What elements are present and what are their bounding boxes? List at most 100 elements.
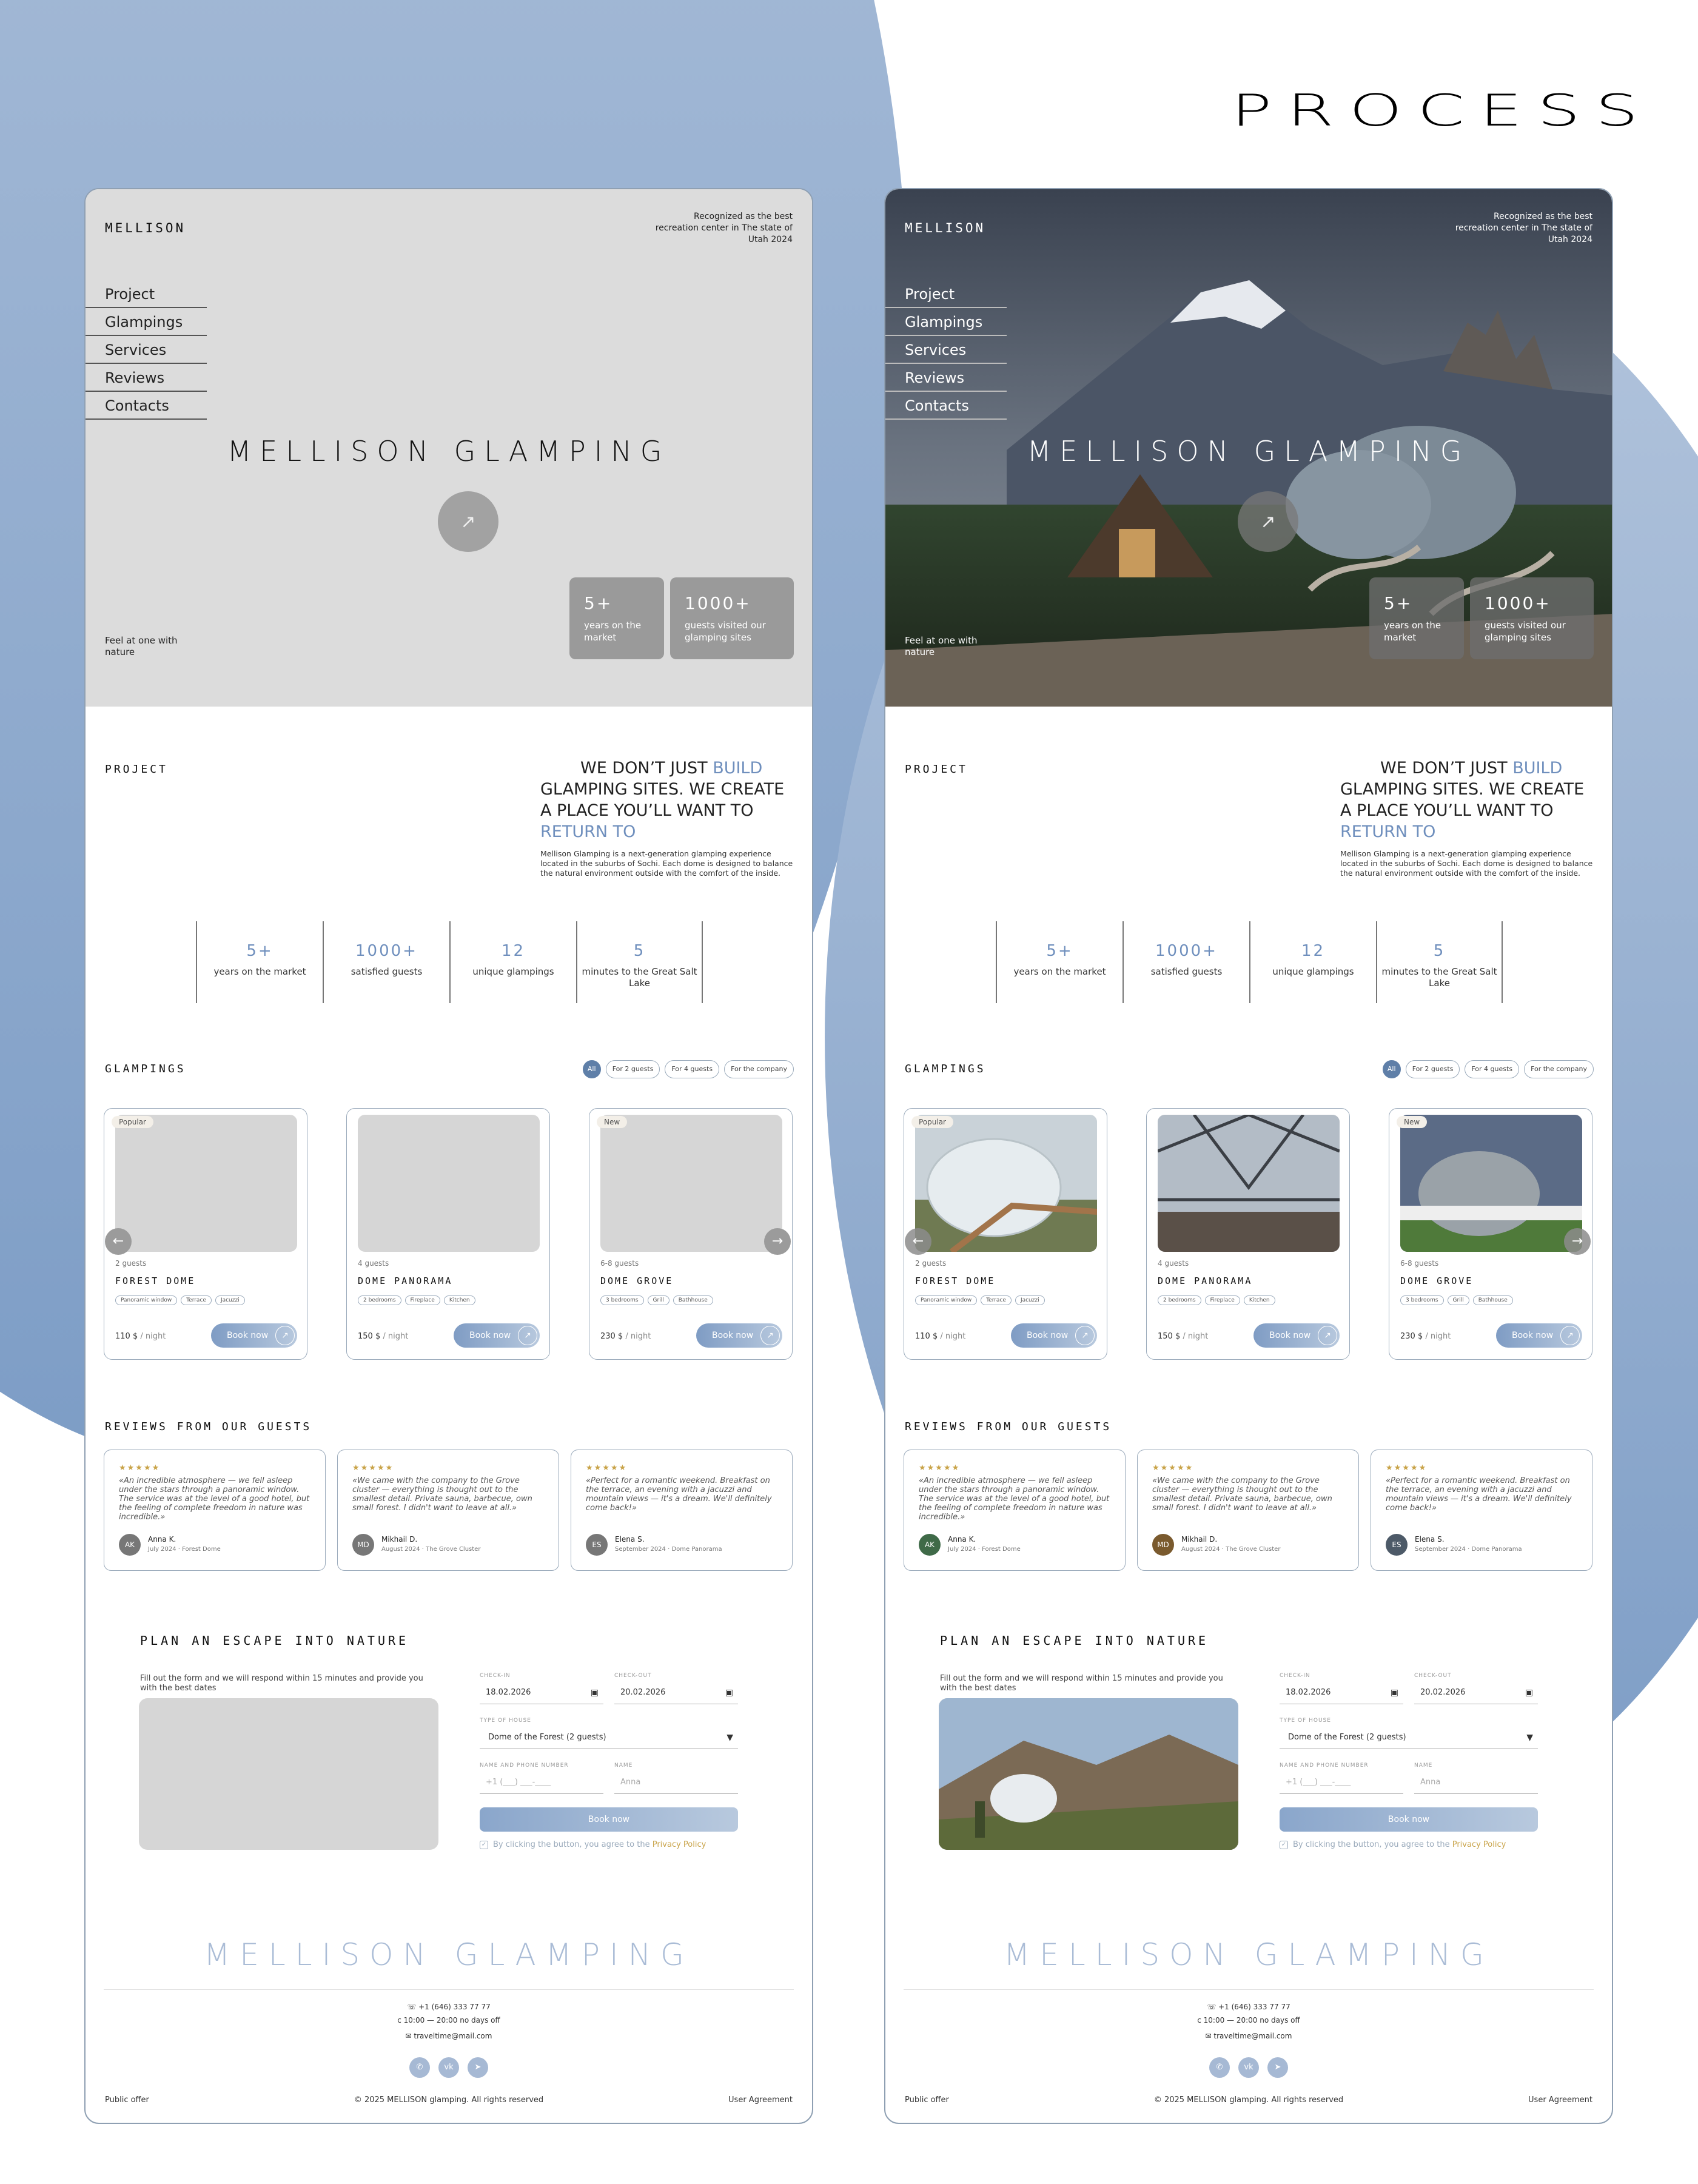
carousel-prev-arrow-icon[interactable]: ←	[905, 1228, 931, 1255]
book-now-button[interactable]: Book now ↗	[211, 1323, 297, 1348]
project-stat-label: years on the market	[213, 966, 306, 977]
glamping-card[interactable]: Popular 2 guests FOREST DOME Panoramic w…	[904, 1108, 1107, 1360]
review-text: «We came with the company to the Grove c…	[352, 1476, 532, 1513]
telegram-icon[interactable]: ➤	[1267, 2057, 1288, 2078]
project-stat: 1000+ satisfied guests	[1122, 921, 1249, 1003]
checkin-field[interactable]: 18.02.2026 ▣	[480, 1681, 603, 1704]
privacy-policy-link[interactable]: Privacy Policy	[653, 1840, 706, 1849]
checkout-field[interactable]: 20.02.2026 ▣	[1414, 1681, 1538, 1704]
book-now-button[interactable]: Book now ↗	[696, 1323, 782, 1348]
footer-phone[interactable]: ☏ +1 (646) 333 77 77	[86, 2003, 812, 2011]
nav-item-contacts[interactable]: Contacts	[885, 392, 1007, 420]
form-subtitle: Fill out the form and we will respond wi…	[940, 1674, 1223, 1693]
project-stat-number: 1000+	[355, 942, 418, 960]
arrow-up-right-icon: ↗	[518, 1326, 537, 1345]
carousel-next-arrow-icon[interactable]: →	[764, 1228, 791, 1255]
site-logo[interactable]: MELLISON	[105, 221, 186, 235]
glamping-badge: New	[1397, 1116, 1428, 1128]
filter-chip[interactable]: For 4 guests	[1465, 1060, 1520, 1078]
glamping-filters: All For 2 guests For 4 guests For the compa…	[582, 1060, 794, 1078]
glamping-card[interactable]: New 6-8 guests DOME GROVE 3 bedrooms Gril…	[589, 1108, 793, 1360]
carousel-prev-arrow-icon[interactable]: ←	[105, 1228, 132, 1255]
vk-icon[interactable]: vk	[1238, 2057, 1259, 2078]
user-agreement-link[interactable]: User Agreement	[728, 2095, 793, 2105]
avatar: MD	[352, 1534, 374, 1556]
review-card: ★★★★★ «An incredible atmosphere — we fel…	[904, 1450, 1126, 1571]
form-submit-button[interactable]: Book now	[480, 1807, 738, 1832]
arrow-up-right-icon: ↗	[760, 1326, 780, 1345]
footer-phone[interactable]: ☏ +1 (646) 333 77 77	[885, 2003, 1612, 2011]
project-stats: 5+ years on the market 1000+ satisfied gues…	[996, 921, 1503, 1003]
nav-item-glampings[interactable]: Glampings	[885, 308, 1007, 336]
book-now-button[interactable]: Book now ↗	[454, 1323, 540, 1348]
footer-logo: MELLISON GLAMPING	[1004, 1937, 1494, 1972]
filter-chip[interactable]: All	[1382, 1060, 1401, 1078]
nav-item-reviews[interactable]: Reviews	[86, 364, 207, 392]
filter-chip[interactable]: For 2 guests	[1405, 1060, 1460, 1078]
glamping-card[interactable]: Popular 2 guests FOREST DOME Panoramic w…	[104, 1108, 307, 1360]
name-input[interactable]: Anna	[1414, 1771, 1538, 1794]
user-agreement-link[interactable]: User Agreement	[1528, 2095, 1592, 2105]
calendar-icon: ▣	[1390, 1688, 1398, 1698]
glamping-guests: 6-8 guests	[1400, 1259, 1439, 1268]
project-description: Mellison Glamping is a next-generation g…	[540, 849, 793, 878]
filter-chip[interactable]: For the company	[724, 1060, 794, 1078]
house-type-label: TYPE OF HOUSE	[1280, 1718, 1331, 1724]
project-stat: 5+ years on the market	[996, 921, 1122, 1003]
checkbox[interactable]: ✓	[1280, 1840, 1288, 1849]
house-type-select[interactable]: Dome of the Forest (2 guests) ▼	[1280, 1726, 1538, 1749]
nav-item-contacts[interactable]: Contacts	[86, 392, 207, 420]
glamping-name: DOME GROVE	[1400, 1275, 1474, 1286]
telegram-icon[interactable]: ➤	[468, 2057, 488, 2078]
glamping-price: 150 $ / night	[358, 1332, 409, 1341]
star-rating-icon: ★★★★★	[1152, 1463, 1194, 1473]
calendar-icon: ▣	[590, 1688, 599, 1698]
filter-chip[interactable]: All	[582, 1060, 601, 1078]
book-now-button[interactable]: Book now ↗	[1253, 1323, 1340, 1348]
nav-item-services[interactable]: Services	[885, 336, 1007, 364]
calendar-icon: ▣	[725, 1688, 733, 1698]
hero-stat-label: guests visited our glamping sites	[1485, 620, 1566, 643]
glamping-badge: Popular	[112, 1116, 153, 1128]
project-heading: WE DON’T JUST BUILD GLAMPING SITES. WE C…	[1340, 759, 1585, 841]
glamping-card[interactable]: 4 guests DOME PANORAMA 2 bedrooms Firepla…	[346, 1108, 550, 1360]
form-submit-button[interactable]: Book now	[1280, 1807, 1538, 1832]
nav-item-glampings[interactable]: Glampings	[86, 308, 207, 336]
checkin-field[interactable]: 18.02.2026 ▣	[1280, 1681, 1403, 1704]
privacy-policy-link[interactable]: Privacy Policy	[1452, 1840, 1506, 1849]
hero-stat-card: 5+ years on the market	[569, 577, 664, 659]
vk-icon[interactable]: vk	[438, 2057, 459, 2078]
nav-item-reviews[interactable]: Reviews	[885, 364, 1007, 392]
project-stat: 5+ years on the market	[196, 921, 323, 1003]
recognition-text: Recognized as the best recreation center…	[1455, 212, 1592, 244]
name-input[interactable]: Anna	[614, 1771, 738, 1794]
checkbox[interactable]: ✓	[480, 1840, 488, 1849]
arrow-up-right-icon[interactable]: ↗	[1238, 491, 1298, 552]
house-type-select[interactable]: Dome of the Forest (2 guests) ▼	[480, 1726, 738, 1749]
nav-item-services[interactable]: Services	[86, 336, 207, 364]
phone-input[interactable]: +1 (___) ___-____	[1280, 1771, 1403, 1794]
site-logo[interactable]: MELLISON	[905, 221, 985, 235]
footer-email[interactable]: ✉ traveltime@mail.com	[86, 2032, 812, 2040]
form-photo	[139, 1698, 438, 1850]
filter-chip[interactable]: For the company	[1524, 1060, 1594, 1078]
whatsapp-icon[interactable]: ✆	[409, 2057, 430, 2078]
footer-email[interactable]: ✉ traveltime@mail.com	[885, 2032, 1612, 2040]
book-now-button[interactable]: Book now ↗	[1496, 1323, 1582, 1348]
checkout-field[interactable]: 20.02.2026 ▣	[614, 1681, 738, 1704]
heading-accent-build: BUILD	[713, 759, 763, 778]
avatar: AK	[119, 1534, 141, 1556]
nav-item-project[interactable]: Project	[885, 280, 1007, 308]
arrow-up-right-icon[interactable]: ↗	[438, 491, 498, 552]
filter-chip[interactable]: For 2 guests	[605, 1060, 660, 1078]
book-now-button[interactable]: Book now ↗	[1011, 1323, 1097, 1348]
footer-divider	[904, 1989, 1594, 1990]
carousel-next-arrow-icon[interactable]: →	[1564, 1228, 1591, 1255]
phone-input[interactable]: +1 (___) ___-____	[480, 1771, 603, 1794]
whatsapp-icon[interactable]: ✆	[1209, 2057, 1230, 2078]
nav-item-project[interactable]: Project	[86, 280, 207, 308]
glamping-card[interactable]: New 6-8 guests DOME GROVE 3 bedrooms Gril…	[1389, 1108, 1592, 1360]
filter-chip[interactable]: For 4 guests	[665, 1060, 720, 1078]
glamping-card[interactable]: 4 guests DOME PANORAMA 2 bedrooms Firepla…	[1146, 1108, 1350, 1360]
arrow-up-right-icon: ↗	[1075, 1326, 1095, 1345]
